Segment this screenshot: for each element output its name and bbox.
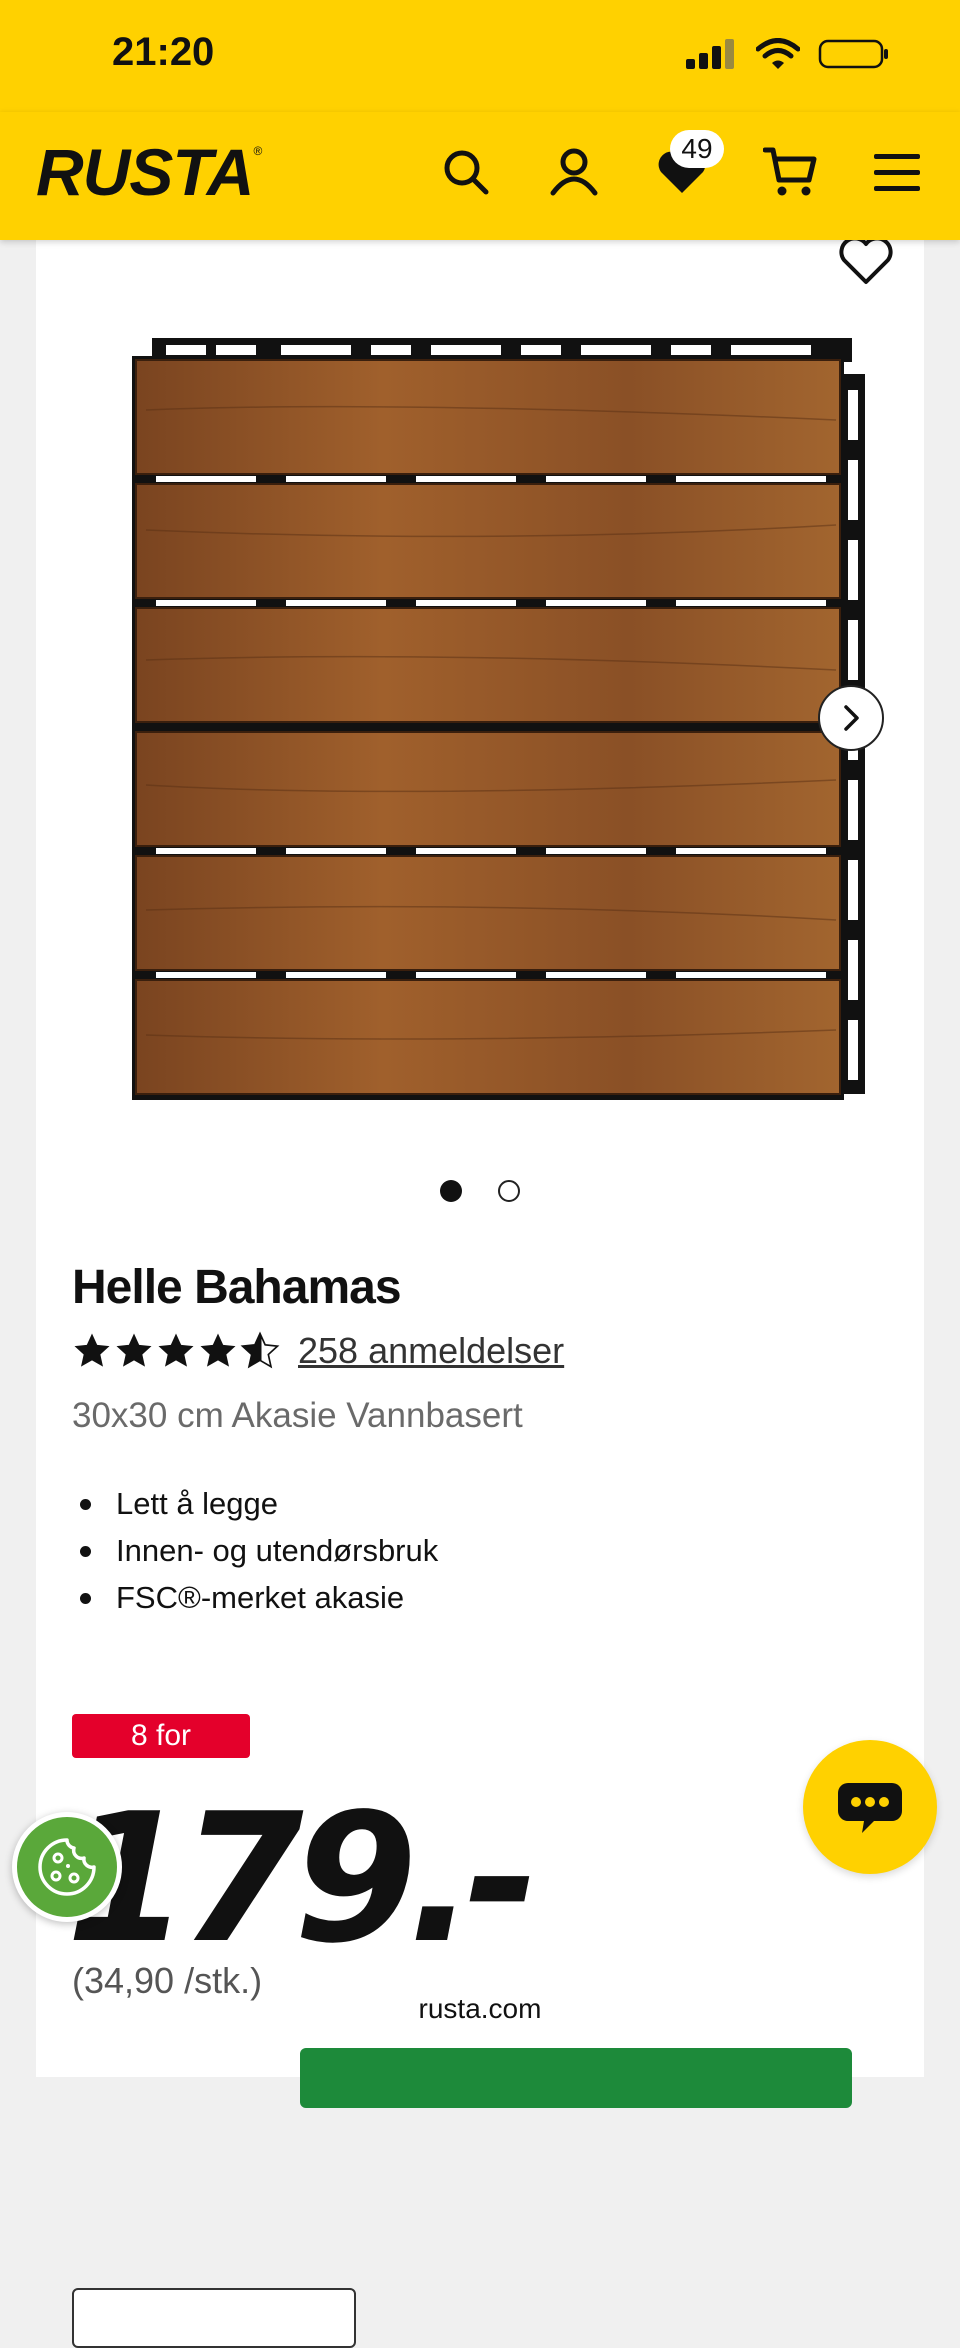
feature-item: FSC®-merket akasie xyxy=(72,1574,438,1621)
status-icons xyxy=(686,38,890,70)
product-subtitle: 30x30 cm Akasie Vannbasert xyxy=(72,1396,523,1435)
rusta-logo[interactable]: RUSTA® xyxy=(36,134,262,210)
site-header: RUSTA® 49 xyxy=(0,112,960,240)
star-icon xyxy=(158,1333,194,1367)
price: 179.- xyxy=(66,1775,539,1982)
menu-button[interactable] xyxy=(867,142,927,202)
wishlist-count-badge: 49 xyxy=(670,130,724,168)
gallery-next-button[interactable] xyxy=(818,685,884,751)
cart-button[interactable] xyxy=(760,142,820,202)
chat-button[interactable] xyxy=(803,1740,937,1874)
account-button[interactable] xyxy=(544,142,604,202)
cookie-icon xyxy=(38,1838,96,1896)
star-icon xyxy=(200,1333,236,1367)
rating-row: 258 anmeldelser xyxy=(72,1330,564,1372)
product-title: Helle Bahamas xyxy=(72,1261,402,1314)
chevron-right-icon xyxy=(844,705,859,731)
battery-icon xyxy=(818,39,888,69)
feature-item: Innen- og utendørsbruk xyxy=(72,1527,438,1574)
feature-list: Lett å legge Innen- og utendørsbruk FSC®… xyxy=(72,1480,438,1621)
search-icon xyxy=(444,150,489,195)
wifi-icon xyxy=(756,38,800,69)
chat-icon xyxy=(838,1783,902,1833)
cart-icon xyxy=(763,147,817,196)
quantity-selector[interactable] xyxy=(72,2288,356,2348)
star-half-icon xyxy=(240,1331,280,1369)
signal-icon xyxy=(686,39,734,69)
promo-badge: 8 for xyxy=(72,1714,250,1758)
reviews-link[interactable]: 258 anmeldelser xyxy=(298,1330,564,1372)
star-icon xyxy=(74,1333,110,1367)
search-button[interactable] xyxy=(436,142,496,202)
product-image[interactable] xyxy=(96,330,916,1120)
product-card: Helle Bahamas 258 anmeldelser 30x30 cm A… xyxy=(36,236,924,2348)
star-icon xyxy=(116,1333,152,1367)
cookie-settings-button[interactable] xyxy=(12,1812,122,1922)
gallery-dot-2[interactable] xyxy=(498,1180,520,1202)
menu-icon xyxy=(874,154,920,191)
gallery-dot-1[interactable] xyxy=(440,1180,462,1202)
rating-stars xyxy=(72,1331,280,1371)
user-icon xyxy=(550,148,598,196)
unit-price: (34,90 /stk.) xyxy=(72,1960,263,2001)
status-bar: 21:20 xyxy=(0,0,960,112)
status-time: 21:20 xyxy=(112,30,215,74)
add-to-cart-button[interactable] xyxy=(300,2048,852,2108)
feature-item: Lett å legge xyxy=(72,1480,438,1527)
browser-url-bar[interactable]: rusta.com xyxy=(375,1975,585,2043)
